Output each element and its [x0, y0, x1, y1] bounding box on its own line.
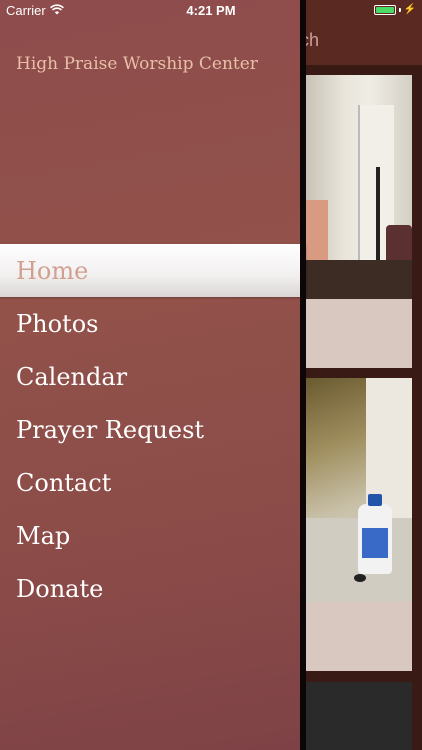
- menu-item-label: Map: [16, 521, 71, 550]
- drawer-shadow-edge: [300, 0, 306, 750]
- photo-detail: [368, 494, 382, 506]
- photo-image: [306, 75, 412, 299]
- side-drawer: High Praise Worship Center Home Photos C…: [0, 0, 306, 750]
- photo-image: [306, 378, 412, 602]
- menu-item-calendar[interactable]: Calendar: [0, 350, 306, 403]
- photo-detail: [306, 200, 328, 260]
- status-time: 4:21 PM: [186, 3, 236, 18]
- photo-detail: [306, 260, 412, 299]
- photo-detail: [354, 574, 366, 582]
- photo-card[interactable]: [306, 682, 412, 750]
- status-right: ⚡: [373, 4, 416, 15]
- photo-card[interactable]: [306, 378, 412, 671]
- battery-cap: [398, 7, 401, 12]
- status-bar: Carrier 4:21 PM ⚡: [0, 0, 422, 22]
- menu-item-prayer-request[interactable]: Prayer Request: [0, 403, 306, 456]
- menu-item-home[interactable]: Home: [0, 244, 306, 297]
- menu-item-photos[interactable]: Photos: [0, 297, 306, 350]
- battery-icon: [373, 4, 396, 15]
- church-name: High Praise Worship Center: [16, 54, 258, 74]
- drawer-menu: Home Photos Calendar Prayer Request Cont…: [0, 244, 306, 615]
- menu-item-label: Photos: [16, 309, 99, 338]
- photo-detail: [362, 528, 388, 558]
- menu-item-donate[interactable]: Donate: [0, 562, 306, 615]
- menu-item-label: Prayer Request: [16, 415, 205, 444]
- menu-item-label: Home: [16, 256, 89, 285]
- battery-fill: [375, 6, 394, 13]
- menu-item-map[interactable]: Map: [0, 509, 306, 562]
- menu-item-label: Contact: [16, 468, 112, 497]
- main-view: ch: [300, 0, 422, 750]
- charging-bolt-icon: ⚡: [403, 4, 416, 15]
- menu-item-contact[interactable]: Contact: [0, 456, 306, 509]
- menu-item-label: Calendar: [16, 362, 128, 391]
- photo-card[interactable]: [306, 75, 412, 368]
- menu-item-label: Donate: [16, 574, 104, 603]
